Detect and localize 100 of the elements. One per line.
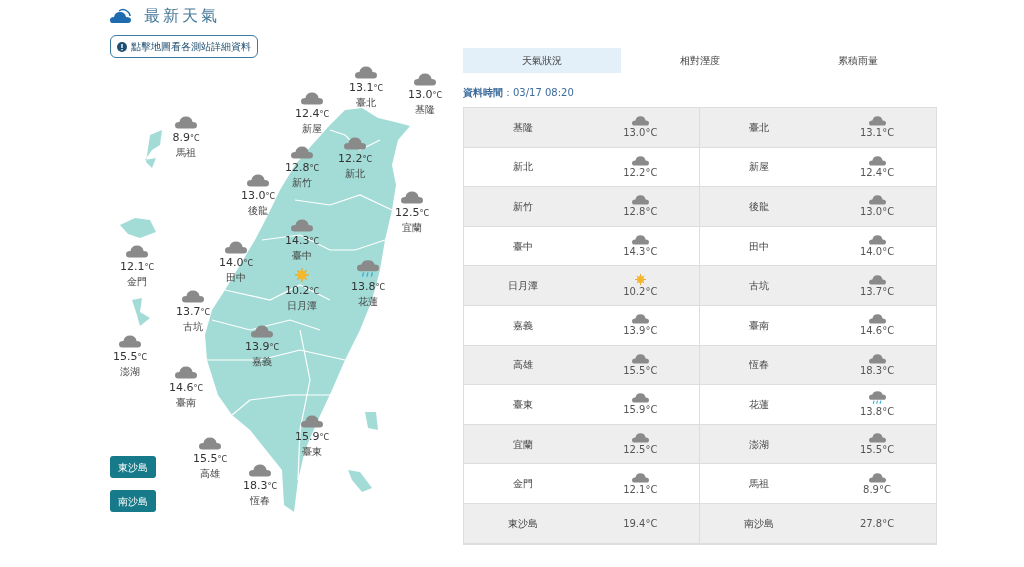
station-name-cell-text: 古坑 — [748, 279, 770, 294]
cloud-icon — [355, 65, 377, 79]
station-name-cell-text: 臺東 — [511, 397, 534, 412]
cloud-icon — [631, 313, 649, 325]
cloud-icon — [868, 115, 886, 127]
station-name-cell-text: 新屋 — [748, 160, 770, 175]
cloud-icon — [291, 218, 313, 232]
sun-icon — [295, 268, 309, 282]
cloud-icon — [631, 194, 649, 206]
station-temperature: 14.0°C — [218, 256, 254, 271]
station-name-cell-text: 後龍 — [748, 200, 770, 214]
temperature-cell: 15.5°C — [859, 443, 895, 457]
sun-icon — [634, 273, 646, 285]
temperature-cell: 12.5°C — [623, 443, 658, 457]
station-temperature: 13.7°C — [175, 305, 211, 320]
temperature-cell: 12.8°C — [623, 205, 658, 219]
station-name-cell-text: 嘉義 — [511, 318, 534, 333]
island-button[interactable]: 南沙島 — [110, 490, 156, 512]
station-name: 嘉義 — [252, 355, 272, 368]
temperature-cell: 13.9°C — [623, 324, 658, 338]
station-temperature: 12.1°C — [119, 260, 155, 275]
station-name: 基隆 — [415, 103, 435, 116]
station-name: 臺中 — [292, 249, 312, 262]
station-name: 金門 — [127, 275, 147, 288]
temperature-cell: 27.8°C — [859, 516, 895, 530]
station-name-cell-text: 新北 — [511, 160, 534, 175]
station-name: 臺東 — [302, 445, 322, 458]
cloud-icon — [110, 8, 132, 24]
island-shape[interactable] — [132, 298, 150, 326]
station-name: 古坑 — [183, 320, 203, 333]
cloud-icon — [126, 244, 148, 258]
station-name: 宜蘭 — [402, 221, 422, 234]
temperature-cell: 13.7°C — [859, 284, 895, 298]
station-name-cell-text: 澎湖 — [748, 437, 770, 452]
station-temperature: 15.9°C — [294, 430, 330, 445]
station-name-cell-text: 日月潭 — [506, 279, 539, 294]
station-temperature: 12.2°C — [337, 152, 373, 167]
data-time-label: 資料時間 — [463, 87, 503, 98]
cloud-icon — [401, 190, 423, 204]
cloud-icon — [868, 273, 886, 285]
station-name-cell-text: 臺南 — [748, 318, 770, 333]
station-name-cell-text: 宜蘭 — [511, 437, 534, 452]
temperature-cell: 14.0°C — [859, 245, 895, 259]
station-name: 田中 — [226, 271, 246, 284]
map-hint-button[interactable]: 點擊地圖看各測站詳細資料 — [110, 35, 258, 58]
cloud-icon — [414, 72, 436, 86]
temperature-cell: 19.4°C — [623, 516, 658, 530]
cloud-icon — [631, 432, 649, 444]
station-temperature: 13.1°C — [348, 81, 384, 96]
cloud-icon — [182, 289, 204, 303]
station-temperature: 14.3°C — [284, 234, 320, 249]
temperature-cell: 13.0°C — [859, 205, 895, 219]
temperature-cell: 12.4°C — [859, 165, 895, 179]
island-shape[interactable] — [365, 412, 378, 430]
station-temperature: 14.6°C — [168, 381, 204, 396]
cloud-icon — [631, 234, 649, 246]
cloud-icon — [301, 91, 323, 105]
temperature-cell: 12.1°C — [623, 482, 658, 496]
cloud-icon — [868, 313, 886, 325]
cloud-icon — [249, 463, 271, 477]
temperature-cell: 14.3°C — [623, 245, 658, 259]
cloud-icon — [631, 352, 649, 364]
cloud-icon — [868, 432, 886, 444]
station-name-cell-text: 馬祖 — [748, 477, 770, 492]
temperature-cell: 12.2°C — [623, 165, 658, 179]
cloud-icon — [868, 154, 886, 166]
station-temperature: 15.5°C — [112, 350, 148, 365]
temperature-cell: 13.0°C — [623, 126, 658, 140]
station-name: 花蓮 — [358, 295, 378, 308]
island-shape[interactable] — [145, 130, 162, 168]
cloud-icon — [119, 334, 141, 348]
cloud-icon — [225, 240, 247, 254]
station-name: 臺北 — [356, 96, 376, 109]
station-temperature: 12.5°C — [394, 206, 430, 221]
temperature-cell: 13.1°C — [859, 126, 895, 140]
cloud-icon — [247, 173, 269, 187]
temperature-cell: 8.9°C — [863, 482, 891, 496]
station-temperature: 13.0°C — [407, 88, 443, 103]
cloud-icon — [175, 115, 197, 129]
temperature-cell: 13.8°C — [859, 404, 895, 418]
cloud-icon — [868, 352, 886, 364]
island-button[interactable]: 東沙島 — [110, 456, 156, 478]
cloud-icon — [631, 115, 649, 127]
station-temperature: 8.9°C — [172, 131, 200, 146]
island-shape[interactable] — [348, 470, 372, 492]
cloud-icon — [199, 436, 221, 450]
tab[interactable]: 天氣狀況 — [463, 48, 621, 73]
station-name-cell-text: 東沙島 — [506, 516, 539, 531]
cloud-icon — [251, 324, 273, 338]
station-name: 臺南 — [176, 396, 196, 409]
station-name: 澎湖 — [120, 365, 140, 378]
station-temperature: 18.3°C — [242, 479, 278, 494]
temperature-cell: 15.5°C — [623, 363, 658, 377]
station-temperature: 13.8°C — [350, 280, 386, 295]
station-temperature: 15.5°C — [192, 452, 228, 467]
station-temperature: 10.2°C — [284, 284, 320, 299]
station-name: 後龍 — [248, 204, 268, 217]
island-shape[interactable] — [120, 218, 156, 238]
temperature-cell: 14.6°C — [859, 324, 895, 338]
cloud-icon — [175, 365, 197, 379]
